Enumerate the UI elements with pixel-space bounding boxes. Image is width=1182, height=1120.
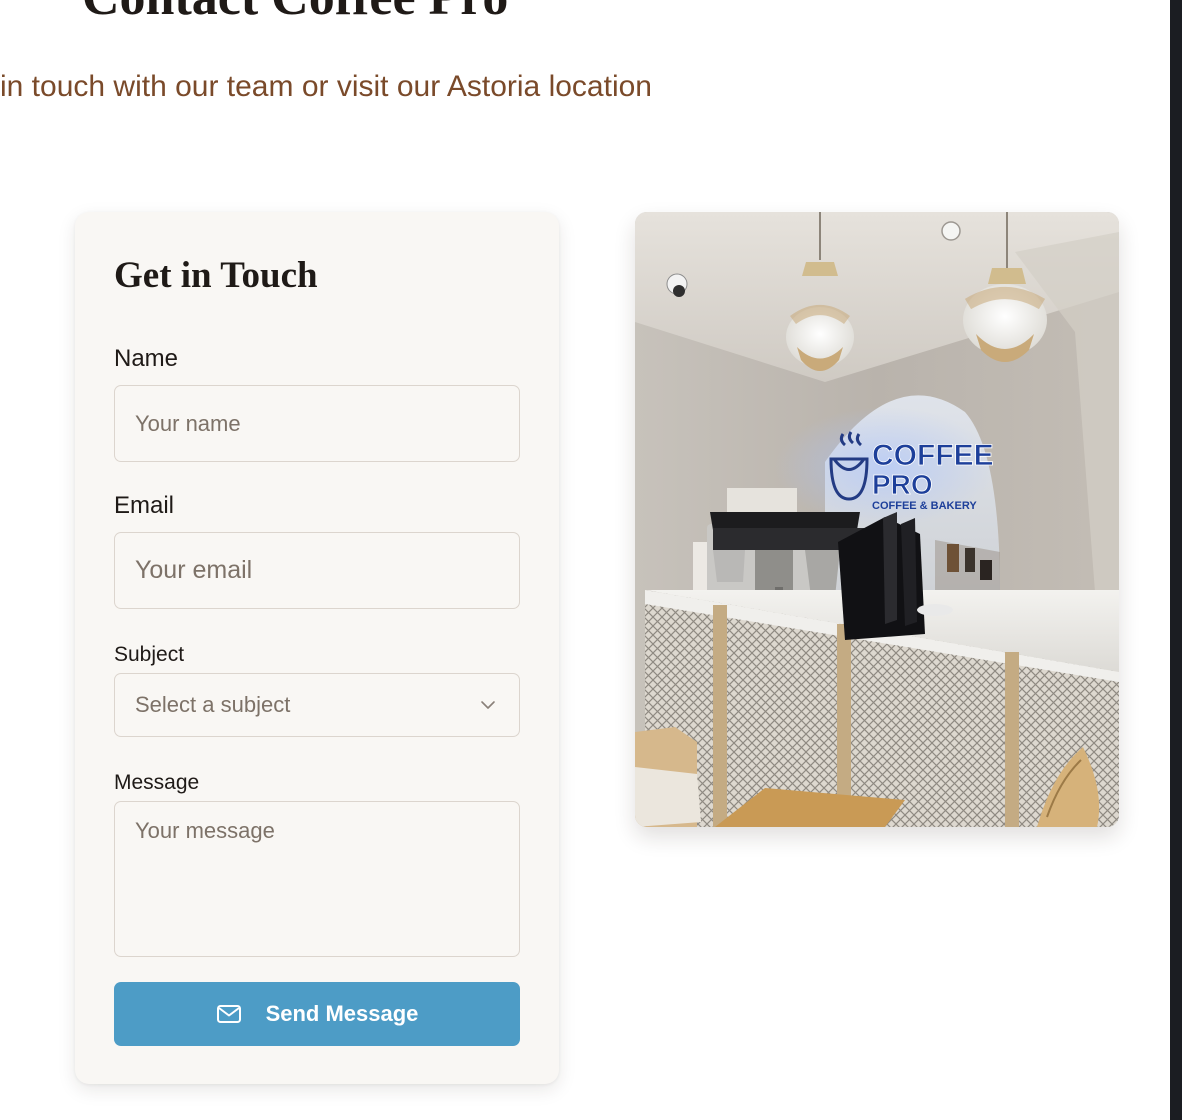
email-label: Email	[114, 492, 175, 519]
message-label: Message	[114, 771, 200, 794]
subject-select-value: Select a subject	[135, 692, 291, 717]
mail-icon	[216, 1005, 241, 1023]
message-textarea[interactable]	[114, 801, 520, 957]
sign-text-line2: PRO	[872, 469, 933, 500]
subject-label: Subject	[114, 643, 185, 666]
send-message-label: Send Message	[265, 1001, 419, 1026]
subject-select[interactable]: Select a subject	[114, 673, 520, 737]
name-label: Name	[114, 345, 179, 372]
sign-text-line1: COFFEE	[872, 439, 994, 472]
email-input[interactable]	[114, 532, 520, 609]
storefront-photo: COFFEE PRO COFFEE & BAKERY	[635, 212, 1119, 827]
window-right-edge	[1170, 0, 1182, 1120]
name-input[interactable]	[114, 385, 520, 462]
send-message-button[interactable]: Send Message	[114, 982, 520, 1046]
contact-form-card: Get in Touch Name Email Subject Select a…	[75, 212, 559, 1084]
page-title: Contact Coffee Pro	[82, 0, 508, 28]
form-title: Get in Touch	[114, 255, 318, 296]
sign-text-line3: COFFEE & BAKERY	[872, 500, 977, 512]
page-subtitle: in touch with our team or visit our Asto…	[0, 70, 652, 103]
chevron-down-icon	[481, 701, 495, 709]
